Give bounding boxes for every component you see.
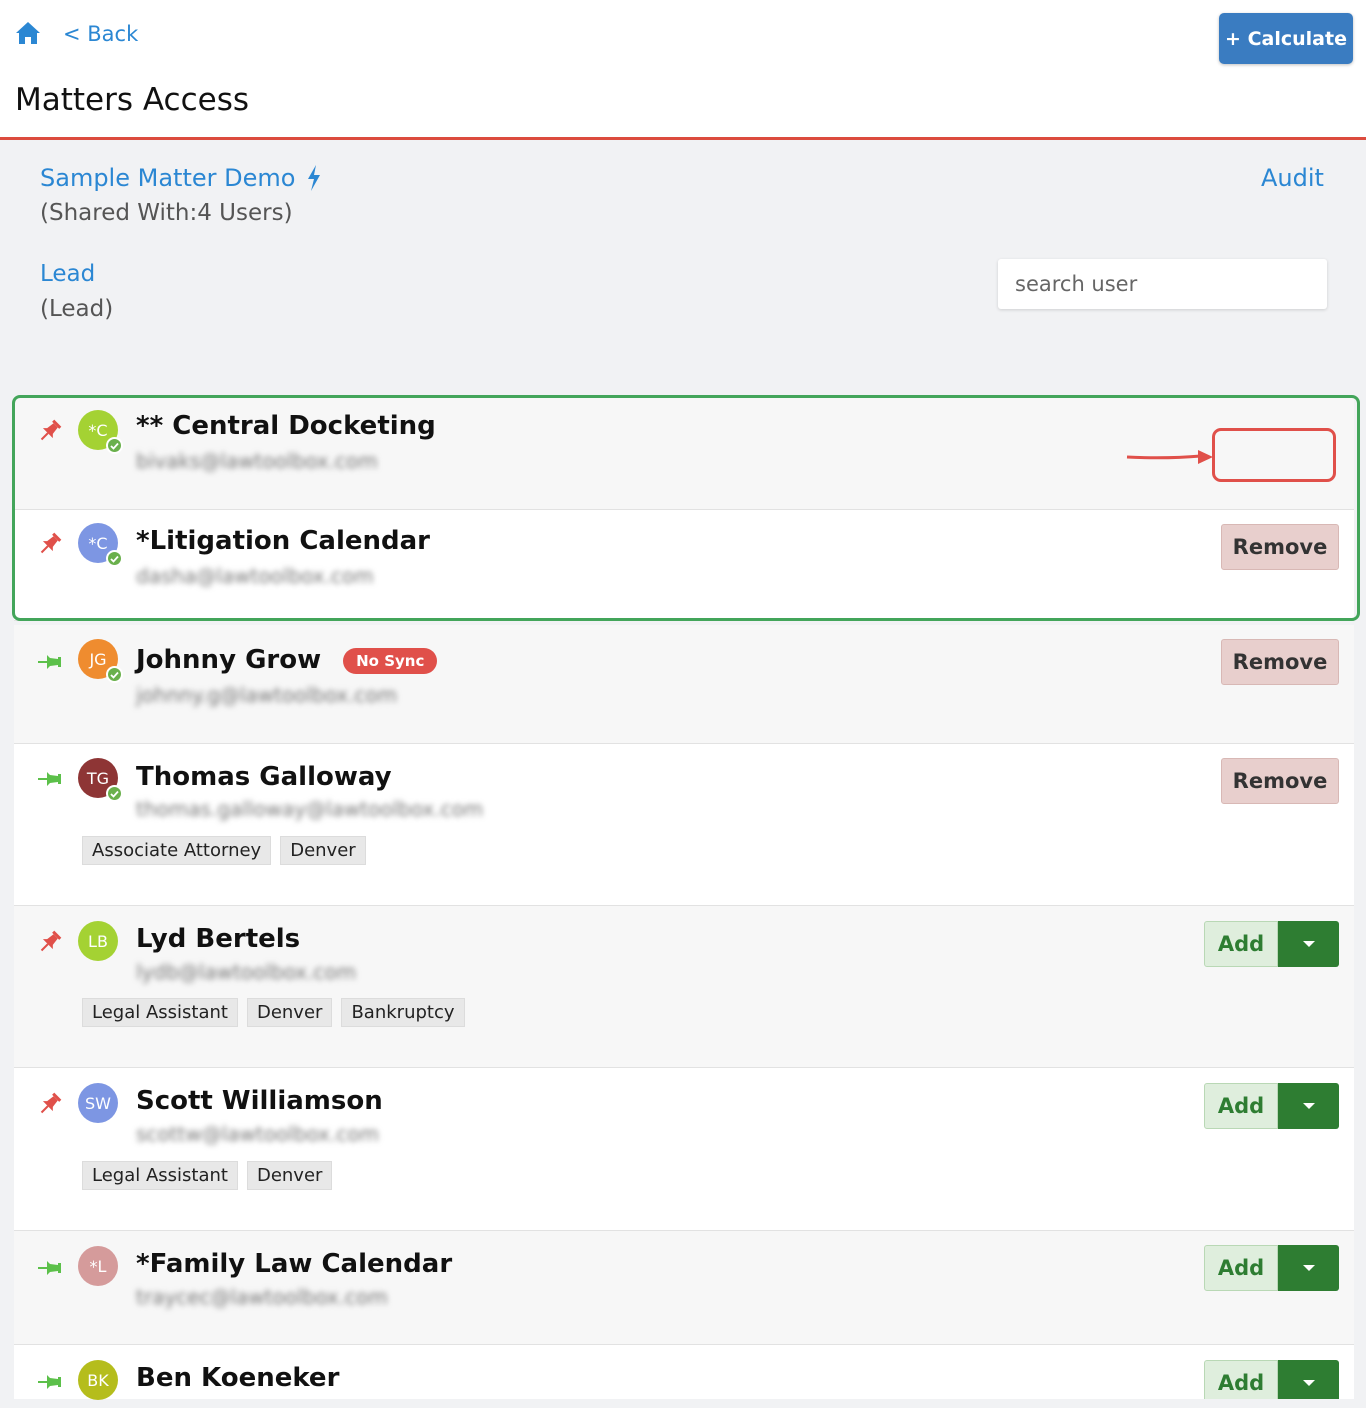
user-name: *Family Law Calendar — [136, 1249, 453, 1279]
avatar-initials: TG — [86, 768, 110, 788]
add-button-group: Add — [1204, 1245, 1339, 1291]
user-name: Lyd Bertels — [136, 924, 301, 954]
user-email: scottw@lawtoolbox.com — [136, 1122, 379, 1146]
highlight-target-box — [1212, 428, 1336, 482]
user-tags: Associate Attorney Denver — [82, 836, 366, 865]
user-email: johnny.g@lawtoolbox.com — [136, 683, 398, 707]
bolt-icon — [308, 165, 321, 191]
avatar: *C — [78, 410, 123, 454]
audit-link[interactable]: Audit — [1261, 164, 1324, 192]
lead-role: (Lead) — [40, 296, 114, 322]
back-link[interactable]: < Back — [63, 22, 138, 46]
user-name: ** Central Docketing — [136, 411, 436, 441]
avatar: BK — [78, 1360, 118, 1400]
user-row: TG Thomas Galloway thomas.galloway@lawto… — [14, 744, 1354, 906]
avatar-initials: BK — [87, 1370, 109, 1390]
caret-down-icon — [1302, 941, 1315, 947]
matter-name-link[interactable]: Sample Matter Demo — [40, 164, 323, 192]
user-email: bivaks@lawtoolbox.com — [136, 449, 378, 473]
caret-down-icon — [1302, 1380, 1315, 1386]
page-title: Matters Access — [15, 82, 249, 118]
shared-with-count: (Shared With:4 Users) — [40, 200, 293, 226]
user-name-text: Johnny Grow — [136, 645, 322, 675]
remove-button[interactable]: Remove — [1221, 639, 1339, 685]
avatar-initials: *C — [88, 533, 108, 553]
user-email: thomas.galloway@lawtoolbox.com — [136, 797, 484, 821]
lead-link[interactable]: Lead — [40, 261, 95, 287]
search-user-input[interactable] — [998, 259, 1327, 309]
avatar-initials: JG — [89, 649, 107, 669]
arrow-icon — [1126, 450, 1213, 464]
user-row: LB Lyd Bertels lydb@lawtoolbox.com Legal… — [14, 906, 1354, 1068]
check-icon — [106, 785, 123, 802]
no-sync-badge: No Sync — [343, 647, 438, 674]
user-tags: Legal Assistant Denver Bankruptcy — [82, 998, 465, 1027]
tag: Denver — [246, 1161, 333, 1190]
add-button[interactable]: Add — [1204, 921, 1278, 967]
user-row: *L *Family Law Calendar traycec@lawtoolb… — [14, 1231, 1354, 1345]
avatar: *L — [78, 1246, 118, 1286]
avatar: LB — [78, 921, 118, 961]
calculate-button[interactable]: + Calculate — [1219, 13, 1353, 64]
add-dropdown-toggle[interactable] — [1278, 1245, 1339, 1291]
user-tags: Legal Assistant Denver — [82, 1161, 333, 1190]
tag: Associate Attorney — [82, 836, 272, 865]
tag: Legal Assistant — [82, 1161, 238, 1190]
add-button-group: Add — [1204, 921, 1339, 967]
pin-icon[interactable] — [36, 1369, 64, 1395]
user-row: JG Johnny Grow No Sync johnny.g@lawtoolbo… — [14, 625, 1354, 744]
pin-icon[interactable] — [36, 929, 64, 955]
add-button-group: Add — [1204, 1083, 1339, 1129]
tag: Denver — [280, 836, 366, 865]
home-icon[interactable] — [14, 20, 42, 46]
avatar-initials: *L — [89, 1256, 107, 1276]
remove-button[interactable]: Remove — [1221, 524, 1339, 570]
avatar: TG — [78, 758, 123, 802]
avatar: JG — [78, 639, 123, 683]
check-icon — [106, 437, 123, 454]
avatar: SW — [78, 1083, 118, 1123]
user-row: SW Scott Williamson scottw@lawtoolbox.co… — [14, 1068, 1354, 1231]
avatar-initials: LB — [88, 931, 108, 951]
check-icon — [106, 666, 123, 683]
user-email: lydb@lawtoolbox.com — [136, 960, 357, 984]
pin-icon[interactable] — [36, 1255, 64, 1281]
add-button-group: Add — [1204, 1360, 1339, 1399]
pin-icon[interactable] — [36, 1091, 64, 1117]
remove-button[interactable]: Remove — [1221, 758, 1339, 804]
user-name: Johnny Grow No Sync — [136, 645, 438, 675]
user-name: *Litigation Calendar — [136, 526, 430, 556]
caret-down-icon — [1302, 1265, 1315, 1271]
user-email: traycec@lawtoolbox.com — [136, 1285, 388, 1309]
user-email: dasha@lawtoolbox.com — [136, 564, 374, 588]
add-button[interactable]: Add — [1204, 1083, 1278, 1129]
tag: Denver — [246, 998, 333, 1027]
user-row: *C *Litigation Calendar dasha@lawtoolbox… — [14, 510, 1354, 621]
user-name: Scott Williamson — [136, 1086, 383, 1116]
caret-down-icon — [1302, 1103, 1315, 1109]
top-bar: < Back + Calculate Matters Access — [0, 0, 1366, 140]
pin-icon[interactable] — [36, 766, 64, 792]
user-name: Thomas Galloway — [136, 762, 392, 792]
matter-name: Sample Matter Demo — [40, 164, 296, 192]
avatar-initials: SW — [85, 1093, 111, 1113]
add-button[interactable]: Add — [1204, 1360, 1278, 1399]
avatar-initials: *C — [88, 420, 108, 440]
pin-icon[interactable] — [36, 418, 64, 444]
add-button[interactable]: Add — [1204, 1245, 1278, 1291]
add-dropdown-toggle[interactable] — [1278, 1360, 1339, 1399]
add-dropdown-toggle[interactable] — [1278, 1083, 1339, 1129]
tag: Bankruptcy — [341, 998, 465, 1027]
user-name: Ben Koeneker — [136, 1363, 340, 1393]
avatar: *C — [78, 523, 123, 567]
pin-icon[interactable] — [36, 649, 64, 675]
tag: Legal Assistant — [82, 998, 238, 1027]
add-dropdown-toggle[interactable] — [1278, 921, 1339, 967]
user-row: BK Ben Koeneker Add — [14, 1345, 1354, 1400]
check-icon — [106, 550, 123, 567]
pin-icon[interactable] — [36, 531, 64, 557]
